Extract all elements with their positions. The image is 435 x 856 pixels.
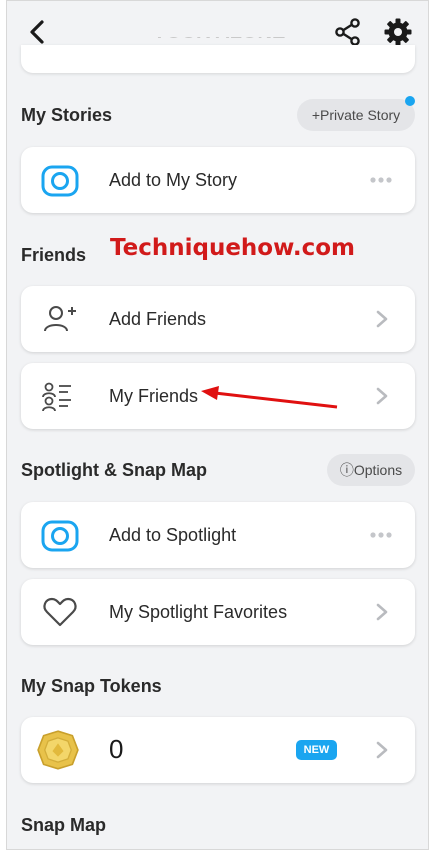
chevron-right-icon [376,387,388,405]
notification-dot [405,96,415,106]
spotlight-favorites-row[interactable]: My Spotlight Favorites [21,579,415,645]
snap-tokens-row[interactable]: 0 NEW [21,717,415,783]
chevron-right-icon [376,741,388,759]
profile-screen: YOUR ALONE My Stories +Private Story Add… [6,0,429,850]
private-story-button[interactable]: +Private Story [297,96,415,131]
friends-list-icon [42,382,71,412]
snap-tokens-heading: My Snap Tokens [21,676,162,696]
share-icon [335,18,360,46]
heart-icon [43,597,77,627]
previous-card[interactable] [21,45,415,73]
add-to-my-story-label: Add to My Story [109,170,238,190]
snap-map-heading: Snap Map [21,815,107,835]
settings-button[interactable] [383,17,413,47]
token-coin-icon [37,730,79,770]
add-friends-row[interactable]: Add Friends [21,286,415,352]
options-label: ⓘOptions [339,462,403,478]
back-button[interactable] [23,15,53,49]
add-to-my-story-row[interactable]: Add to My Story [21,147,415,213]
friends-heading: Friends [21,245,87,265]
watermark-text: Techniquehow.com [110,235,356,261]
chevron-left-icon [30,20,44,44]
add-friend-icon [44,306,76,332]
share-button[interactable] [333,17,363,47]
camera-icon [41,165,79,197]
camera-icon [41,520,79,552]
chevron-right-icon [376,310,388,328]
my-stories-heading: My Stories [21,105,113,125]
token-count: 0 [109,734,124,764]
annotation-arrow [201,386,338,409]
my-friends-label: My Friends [109,386,199,406]
more-options-icon[interactable] [369,171,393,189]
gear-icon [384,18,412,46]
chevron-right-icon [376,603,388,621]
spotlight-favorites-label: My Spotlight Favorites [109,602,288,622]
add-to-spotlight-row[interactable]: Add to Spotlight [21,502,415,568]
new-badge: NEW [296,740,337,760]
private-story-label: +Private Story [311,107,401,123]
options-button[interactable]: ⓘOptions [327,454,415,486]
spotlight-heading: Spotlight & Snap Map [21,460,207,480]
more-options-icon[interactable] [369,526,393,544]
add-friends-label: Add Friends [109,309,207,329]
add-to-spotlight-label: Add to Spotlight [109,525,237,545]
page-title: YOUR ALONE [145,19,293,45]
